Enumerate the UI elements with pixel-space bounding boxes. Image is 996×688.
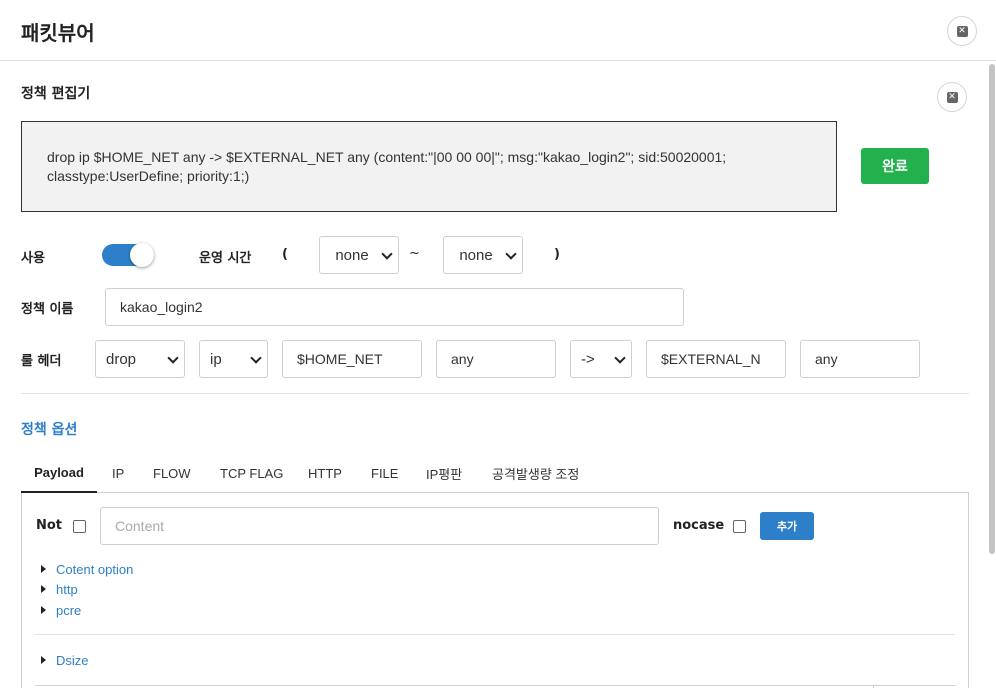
tree-item-label: http — [56, 581, 78, 597]
use-label: 사용 — [21, 251, 45, 266]
done-button[interactable]: 완료 — [861, 148, 929, 184]
chevron-down-icon — [381, 248, 393, 260]
direction-value: -> — [581, 350, 595, 368]
caret-right-icon — [41, 656, 46, 664]
range-tilde: ~ — [409, 246, 420, 261]
tree-item-content-option[interactable]: Cotent option — [41, 561, 133, 577]
tab-flow[interactable]: FLOW — [153, 454, 191, 493]
rule-header-label: 룰 헤더 — [21, 354, 62, 369]
start-time-value: none — [335, 246, 369, 264]
action-select[interactable]: drop — [95, 340, 185, 378]
chevron-down-icon — [167, 352, 179, 364]
dst-port-input[interactable]: any — [800, 340, 920, 378]
tab-file[interactable]: FILE — [371, 454, 398, 493]
tree-item-http[interactable]: http — [41, 581, 78, 597]
caret-right-icon — [41, 565, 46, 573]
end-time-select[interactable]: none — [443, 236, 523, 274]
tab-ip[interactable]: IP — [112, 454, 124, 493]
caret-right-icon — [41, 606, 46, 614]
nocase-checkbox[interactable] — [733, 520, 746, 533]
policy-name-input[interactable]: kakao_login2 — [105, 288, 684, 326]
tree-item-label: Dsize — [56, 652, 89, 668]
tab-tcp-flag[interactable]: TCP FLAG — [220, 454, 283, 493]
protocol-select[interactable]: ip — [199, 340, 268, 378]
protocol-value: ip — [210, 350, 222, 368]
add-button[interactable]: 추가 — [760, 512, 814, 540]
tab-payload[interactable]: Payload — [21, 454, 97, 493]
tab-attack-rate[interactable]: 공격발생량 조정 — [492, 454, 579, 493]
window-header: 패킷뷰어 ✕ — [0, 0, 996, 61]
not-checkbox[interactable] — [73, 520, 86, 533]
chevron-down-icon — [250, 352, 262, 364]
chevron-down-icon — [505, 248, 517, 260]
src-port-input[interactable]: any — [436, 340, 556, 378]
use-toggle[interactable] — [102, 243, 154, 267]
end-time-value: none — [459, 246, 493, 264]
tab-http[interactable]: HTTP — [308, 454, 342, 493]
section-divider — [21, 393, 969, 394]
close-icon: ✕ — [956, 25, 968, 37]
rule-text-box[interactable]: drop ip $HOME_NET any -> $EXTERNAL_NET a… — [21, 121, 837, 212]
paren-open: ( — [282, 247, 288, 262]
window-title: 패킷뷰어 — [21, 21, 95, 45]
nocase-label: nocase — [673, 518, 725, 533]
start-time-select[interactable]: none — [319, 236, 399, 274]
editor-close-button[interactable]: ✕ — [937, 82, 967, 112]
options-title: 정책 옵션 — [21, 422, 78, 438]
scrollbar[interactable] — [988, 61, 996, 688]
src-net-input[interactable]: $HOME_NET — [282, 340, 422, 378]
tab-ip-reputation[interactable]: IP평판 — [426, 454, 462, 493]
not-label: Not — [36, 518, 63, 533]
options-tabs: Payload IP FLOW TCP FLAG HTTP FILE IP평판 … — [21, 454, 969, 493]
chevron-down-icon — [614, 352, 626, 364]
payload-divider — [35, 634, 955, 635]
policy-name-label: 정책 이름 — [21, 302, 74, 317]
scrollbar-thumb[interactable] — [989, 64, 995, 554]
action-value: drop — [106, 350, 137, 368]
tree-item-dsize[interactable]: Dsize — [41, 652, 89, 668]
toggle-knob — [130, 243, 154, 267]
tree-item-label: pcre — [56, 602, 82, 618]
window-close-button[interactable]: ✕ — [947, 16, 977, 46]
editor-title: 정책 편집기 — [21, 86, 91, 102]
direction-select[interactable]: -> — [570, 340, 632, 378]
op-time-label: 운영 시간 — [199, 251, 252, 266]
caret-right-icon — [41, 585, 46, 593]
content-input[interactable]: Content — [100, 507, 659, 545]
dst-net-input[interactable]: $EXTERNAL_N — [646, 340, 786, 378]
tree-item-pcre[interactable]: pcre — [41, 602, 81, 618]
tree-item-label: Cotent option — [56, 561, 134, 577]
paren-close: ) — [554, 247, 560, 262]
close-icon: ✕ — [946, 91, 958, 103]
